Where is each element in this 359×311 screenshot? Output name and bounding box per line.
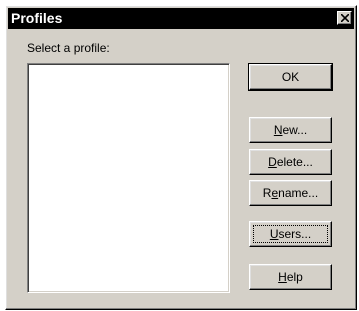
new-button[interactable]: New... <box>249 117 332 143</box>
title-bar[interactable]: Profiles <box>8 8 354 29</box>
rename-button-label: name... <box>278 186 319 200</box>
users-button-label: sers... <box>278 227 312 241</box>
close-icon <box>341 14 349 22</box>
ok-button[interactable]: OK <box>248 63 333 91</box>
ok-button-label: OK <box>281 70 300 84</box>
window-title: Profiles <box>11 10 63 26</box>
help-button-mnemonic: H <box>278 270 287 284</box>
help-button[interactable]: Help <box>249 264 332 290</box>
rename-button[interactable]: Rename... <box>249 180 332 206</box>
profiles-dialog: Profiles Select a profile: OK New... Del… <box>5 5 357 310</box>
delete-button-label: elete... <box>276 155 313 169</box>
profile-list[interactable] <box>27 63 230 293</box>
new-button-label: ew... <box>282 123 308 137</box>
help-button-label: elp <box>286 270 303 284</box>
close-button[interactable] <box>337 11 352 25</box>
users-button[interactable]: Users... <box>249 221 332 247</box>
select-profile-label: Select a profile: <box>27 41 110 55</box>
delete-button[interactable]: Delete... <box>249 149 332 175</box>
users-button-mnemonic: U <box>269 227 279 241</box>
delete-button-mnemonic: D <box>268 155 277 169</box>
